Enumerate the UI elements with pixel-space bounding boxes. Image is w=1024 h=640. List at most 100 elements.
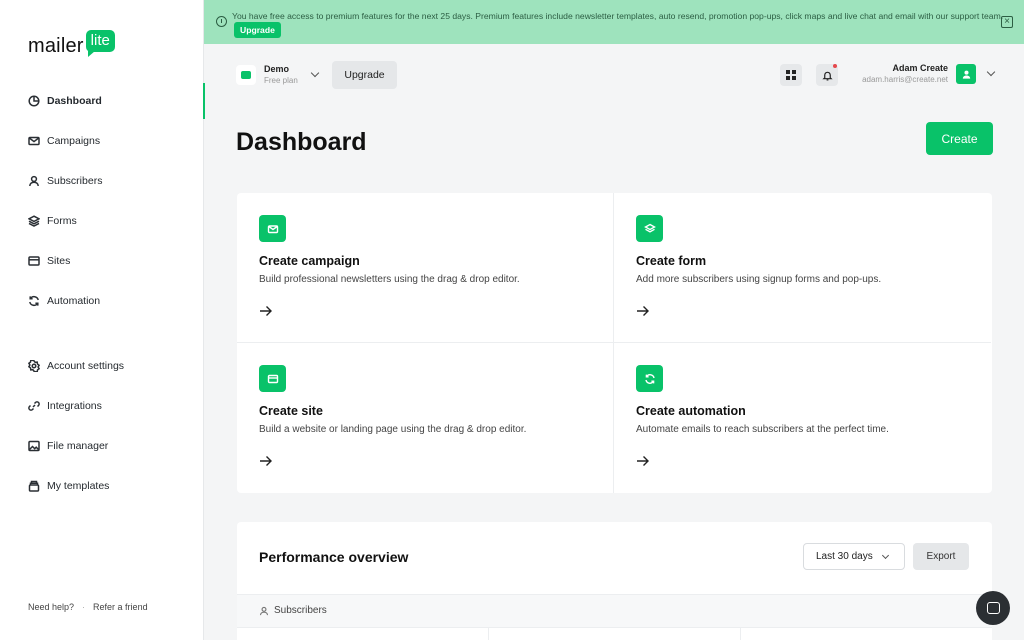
mailerlite-logo[interactable]: mailer lite <box>28 30 115 58</box>
avatar <box>956 64 976 84</box>
date-range-select[interactable]: Last 30 days <box>803 543 905 570</box>
chevron-down-icon <box>881 551 889 559</box>
sidebar-footer: Need help? · Refer a friend <box>28 602 148 612</box>
gear-icon <box>28 360 40 372</box>
template-icon <box>28 480 40 492</box>
account-plan: Free plan <box>264 76 298 85</box>
stat-column <box>489 628 741 640</box>
arrow-right-icon[interactable] <box>636 305 650 317</box>
apps-grid-button[interactable] <box>780 64 802 86</box>
banner-text: You have free access to premium features… <box>232 11 1004 21</box>
card-description: Automate emails to reach subscribers at … <box>636 424 889 435</box>
image-icon <box>28 440 40 452</box>
sidebar-item-dashboard[interactable]: Dashboard <box>0 83 205 119</box>
layers-icon <box>28 215 40 227</box>
section-title: Performance overview <box>259 549 409 565</box>
chevron-down-icon <box>986 67 996 77</box>
sidebar-item-integrations[interactable]: Integrations <box>0 394 204 418</box>
sidebar-item-forms[interactable]: Forms <box>0 209 204 233</box>
sidebar-item-label: Account settings <box>47 360 125 372</box>
sidebar-item-label: Forms <box>47 215 77 227</box>
card-icon <box>259 365 286 392</box>
close-icon[interactable]: × <box>1001 16 1013 28</box>
account-name: Demo <box>264 64 290 74</box>
create-campaign-card[interactable]: Create campaign Build professional newsl… <box>237 193 614 343</box>
info-icon <box>216 16 227 27</box>
sidebar-item-label: Integrations <box>47 400 102 412</box>
sidebar-item-automation[interactable]: Automation <box>0 289 204 313</box>
tab-subscribers[interactable]: Subscribers <box>259 605 327 616</box>
card-icon <box>636 365 663 392</box>
grid-icon <box>786 70 796 80</box>
date-range-label: Last 30 days <box>816 551 873 562</box>
card-title: Create form <box>636 254 707 268</box>
create-button[interactable]: Create <box>926 122 993 155</box>
account-switcher[interactable]: Demo Free plan <box>236 64 320 86</box>
mail-icon <box>267 224 278 233</box>
sidebar-item-my-templates[interactable]: My templates <box>0 474 204 498</box>
create-site-card[interactable]: Create site Build a website or landing p… <box>237 343 614 493</box>
need-help-link[interactable]: Need help? <box>28 602 74 612</box>
performance-tabs: Subscribers <box>237 594 992 628</box>
account-text: Demo Free plan <box>264 64 298 86</box>
user-email: adam.harris@create.net <box>862 75 948 84</box>
user-menu[interactable]: Adam Create adam.harris@create.net <box>862 63 996 85</box>
chat-icon <box>986 602 1000 614</box>
sidebar-item-account-settings[interactable]: Account settings <box>0 354 204 378</box>
notification-badge <box>833 64 837 68</box>
quick-actions: Create campaign Build professional newsl… <box>237 193 992 493</box>
refresh-icon <box>29 295 39 307</box>
link-icon <box>28 401 40 411</box>
arrow-right-icon[interactable] <box>259 305 273 317</box>
user-icon <box>259 606 269 615</box>
dashboard-icon <box>28 95 40 107</box>
card-description: Add more subscribers using signup forms … <box>636 274 882 285</box>
sidebar-item-subscribers[interactable]: Subscribers <box>0 169 204 193</box>
logo-badge: lite <box>85 30 115 57</box>
page-title: Dashboard <box>236 128 367 156</box>
sidebar-item-file-manager[interactable]: File manager <box>0 434 204 458</box>
arrow-right-icon[interactable] <box>259 455 273 467</box>
sidebar-item-label: Dashboard <box>47 95 102 107</box>
card-description: Build professional newsletters using the… <box>259 274 520 285</box>
create-form-card[interactable]: Create form Add more subscribers using s… <box>614 193 991 343</box>
mail-icon <box>28 136 40 146</box>
user-name: Adam Create <box>892 63 948 73</box>
browser-icon <box>267 374 278 383</box>
card-icon <box>259 215 286 242</box>
sidebar-item-label: Campaigns <box>47 135 101 147</box>
trial-banner: You have free access to premium features… <box>204 0 1024 44</box>
sidebar-item-label: Subscribers <box>47 175 103 187</box>
bell-icon <box>821 71 833 80</box>
card-icon <box>636 215 663 242</box>
separator-dot: · <box>82 602 86 612</box>
sidebar-item-campaigns[interactable]: Campaigns <box>0 129 204 153</box>
upgrade-button[interactable]: Upgrade <box>332 61 397 89</box>
tab-label: Subscribers <box>274 605 327 616</box>
browser-icon <box>28 256 40 266</box>
banner-message: You have free access to premium features… <box>232 10 1012 38</box>
card-title: Create site <box>259 404 323 418</box>
sidebar-item-sites[interactable]: Sites <box>0 249 204 273</box>
sidebar-item-label: Sites <box>47 255 71 267</box>
refresh-icon <box>644 373 655 384</box>
sidebar: mailer lite Dashboard Campaigns Subscrib… <box>0 0 205 640</box>
chevron-down-icon <box>310 68 320 78</box>
arrow-right-icon[interactable] <box>636 455 650 467</box>
user-icon <box>29 175 39 187</box>
logo-text: mailer <box>28 35 84 57</box>
chat-launcher-button[interactable] <box>976 591 1010 625</box>
performance-overview: Performance overview Last 30 days Export… <box>237 522 992 640</box>
user-avatar-icon <box>962 70 970 79</box>
refer-friend-link[interactable]: Refer a friend <box>93 602 148 612</box>
create-automation-card[interactable]: Create automation Automate emails to rea… <box>614 343 991 493</box>
layers-icon <box>643 223 656 233</box>
card-title: Create automation <box>636 404 746 418</box>
export-button[interactable]: Export <box>913 543 969 570</box>
sidebar-item-label: Automation <box>47 295 101 307</box>
sidebar-item-label: My templates <box>47 480 110 492</box>
banner-upgrade-button[interactable]: Upgrade <box>234 22 281 38</box>
notifications-button[interactable] <box>816 64 838 86</box>
user-text: Adam Create adam.harris@create.net <box>862 63 948 85</box>
stat-column <box>237 628 489 640</box>
